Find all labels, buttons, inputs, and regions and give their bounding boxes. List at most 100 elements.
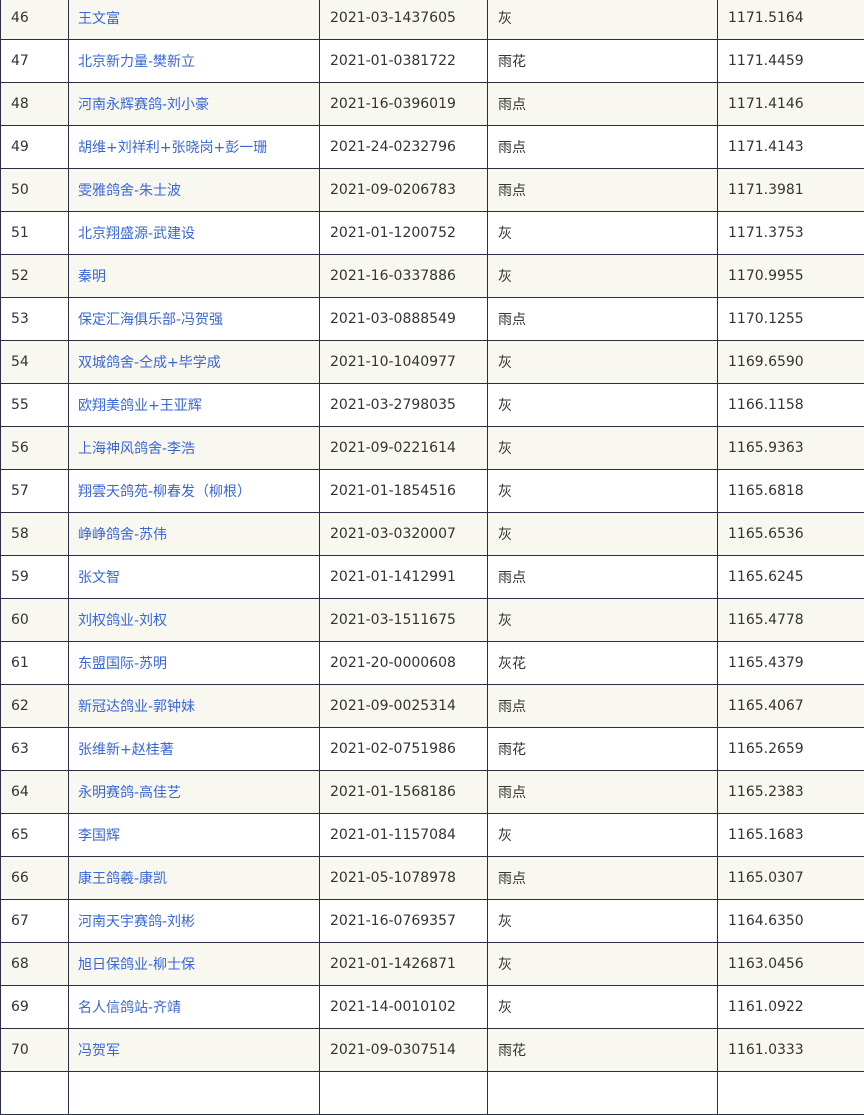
participant-link[interactable]: 东盟国际-苏明 (69, 642, 320, 685)
speed-cell: 1165.4067 (718, 685, 864, 728)
table-row (1, 1072, 864, 1115)
ring-number-cell: 2021-01-0381722 (320, 40, 488, 83)
feather-color-cell: 雨点 (488, 556, 718, 599)
ring-number-cell: 2021-02-0751986 (320, 728, 488, 771)
table-row: 66康王鸽羲-康凯2021-05-1078978雨点1165.0307 (1, 857, 864, 900)
rank-cell: 50 (1, 169, 69, 212)
feather-color-cell: 雨点 (488, 126, 718, 169)
rank-cell: 67 (1, 900, 69, 943)
results-table: 46王文富2021-03-1437605灰1171.516447北京新力量-樊新… (0, 0, 864, 1115)
feather-color-cell: 灰 (488, 0, 718, 40)
participant-link[interactable]: 雯雅鸽舍-朱士波 (69, 169, 320, 212)
participant-link[interactable]: 北京翔盛源-武建设 (69, 212, 320, 255)
rank-cell: 64 (1, 771, 69, 814)
speed-cell: 1171.3753 (718, 212, 864, 255)
table-row: 64永明赛鸽-高佳艺2021-01-1568186雨点1165.2383 (1, 771, 864, 814)
rank-cell: 58 (1, 513, 69, 556)
ring-number-cell (320, 1072, 488, 1115)
feather-color-cell: 雨点 (488, 169, 718, 212)
ring-number-cell: 2021-03-0320007 (320, 513, 488, 556)
speed-cell: 1164.6350 (718, 900, 864, 943)
rank-cell: 68 (1, 943, 69, 986)
rank-cell: 62 (1, 685, 69, 728)
feather-color-cell: 雨花 (488, 728, 718, 771)
speed-cell: 1165.6818 (718, 470, 864, 513)
participant-link[interactable]: 峥峥鸽舍-苏伟 (69, 513, 320, 556)
table-row: 69名人信鸽站-齐靖2021-14-0010102灰1161.0922 (1, 986, 864, 1029)
table-row: 48河南永辉赛鸽-刘小豪2021-16-0396019雨点1171.4146 (1, 83, 864, 126)
ring-number-cell: 2021-01-1157084 (320, 814, 488, 857)
participant-link[interactable]: 张文智 (69, 556, 320, 599)
participant-link[interactable]: 胡维+刘祥利+张晓岗+彭一珊 (69, 126, 320, 169)
ring-number-cell: 2021-14-0010102 (320, 986, 488, 1029)
participant-link[interactable]: 双城鸽舍-仝成+毕学成 (69, 341, 320, 384)
participant-link[interactable]: 北京新力量-樊新立 (69, 40, 320, 83)
table-row: 60刘权鸽业-刘权2021-03-1511675灰1165.4778 (1, 599, 864, 642)
participant-link[interactable]: 永明赛鸽-高佳艺 (69, 771, 320, 814)
participant-link[interactable]: 刘权鸽业-刘权 (69, 599, 320, 642)
table-row: 52秦明2021-16-0337886灰1170.9955 (1, 255, 864, 298)
participant-link[interactable] (69, 1072, 320, 1115)
participant-link[interactable]: 河南天宇赛鸽-刘彬 (69, 900, 320, 943)
table-row: 59张文智2021-01-1412991雨点1165.6245 (1, 556, 864, 599)
rank-cell: 61 (1, 642, 69, 685)
speed-cell: 1171.4143 (718, 126, 864, 169)
speed-cell: 1161.0333 (718, 1029, 864, 1072)
table-row: 49胡维+刘祥利+张晓岗+彭一珊2021-24-0232796雨点1171.41… (1, 126, 864, 169)
table-row: 46王文富2021-03-1437605灰1171.5164 (1, 0, 864, 40)
participant-link[interactable]: 新冠达鸽业-郭钟妹 (69, 685, 320, 728)
ring-number-cell: 2021-01-1854516 (320, 470, 488, 513)
speed-cell: 1171.4146 (718, 83, 864, 126)
participant-link[interactable]: 旭日保鸽业-柳士保 (69, 943, 320, 986)
speed-cell: 1166.1158 (718, 384, 864, 427)
table-row: 61东盟国际-苏明2021-20-0000608灰花1165.4379 (1, 642, 864, 685)
speed-cell: 1169.6590 (718, 341, 864, 384)
feather-color-cell: 雨花 (488, 40, 718, 83)
rank-cell: 48 (1, 83, 69, 126)
table-row: 51北京翔盛源-武建设2021-01-1200752灰1171.3753 (1, 212, 864, 255)
feather-color-cell: 灰 (488, 986, 718, 1029)
participant-link[interactable]: 李国辉 (69, 814, 320, 857)
participant-link[interactable]: 保定汇海俱乐部-冯贺强 (69, 298, 320, 341)
participant-link[interactable]: 张维新+赵桂著 (69, 728, 320, 771)
speed-cell: 1165.4379 (718, 642, 864, 685)
participant-link[interactable]: 翔雲天鸽苑-柳春发（柳根） (69, 470, 320, 513)
table-row: 54双城鸽舍-仝成+毕学成2021-10-1040977灰1169.6590 (1, 341, 864, 384)
ring-number-cell: 2021-01-1568186 (320, 771, 488, 814)
table-row: 68旭日保鸽业-柳士保2021-01-1426871灰1163.0456 (1, 943, 864, 986)
rank-cell: 60 (1, 599, 69, 642)
rank-cell: 55 (1, 384, 69, 427)
feather-color-cell: 雨点 (488, 298, 718, 341)
participant-link[interactable]: 王文富 (69, 0, 320, 40)
rank-cell: 56 (1, 427, 69, 470)
rank-cell: 59 (1, 556, 69, 599)
participant-link[interactable]: 康王鸽羲-康凯 (69, 857, 320, 900)
feather-color-cell: 灰 (488, 212, 718, 255)
participant-link[interactable]: 上海神风鸽舍-李浩 (69, 427, 320, 470)
participant-link[interactable]: 冯贺军 (69, 1029, 320, 1072)
speed-cell: 1165.1683 (718, 814, 864, 857)
rank-cell: 46 (1, 0, 69, 40)
rank-cell: 52 (1, 255, 69, 298)
table-row: 70冯贺军2021-09-0307514雨花1161.0333 (1, 1029, 864, 1072)
speed-cell: 1170.9955 (718, 255, 864, 298)
participant-link[interactable]: 欧翔美鸽业+王亚辉 (69, 384, 320, 427)
rank-cell: 69 (1, 986, 69, 1029)
speed-cell: 1163.0456 (718, 943, 864, 986)
feather-color-cell: 雨点 (488, 685, 718, 728)
table-row: 65李国辉2021-01-1157084灰1165.1683 (1, 814, 864, 857)
feather-color-cell: 灰 (488, 900, 718, 943)
participant-link[interactable]: 秦明 (69, 255, 320, 298)
feather-color-cell: 灰 (488, 814, 718, 857)
feather-color-cell: 雨点 (488, 771, 718, 814)
speed-cell: 1165.0307 (718, 857, 864, 900)
speed-cell: 1165.6245 (718, 556, 864, 599)
participant-link[interactable]: 名人信鸽站-齐靖 (69, 986, 320, 1029)
rank-cell: 54 (1, 341, 69, 384)
ring-number-cell: 2021-16-0396019 (320, 83, 488, 126)
speed-cell: 1171.3981 (718, 169, 864, 212)
speed-cell: 1161.0922 (718, 986, 864, 1029)
participant-link[interactable]: 河南永辉赛鸽-刘小豪 (69, 83, 320, 126)
speed-cell: 1165.4778 (718, 599, 864, 642)
rank-cell: 66 (1, 857, 69, 900)
